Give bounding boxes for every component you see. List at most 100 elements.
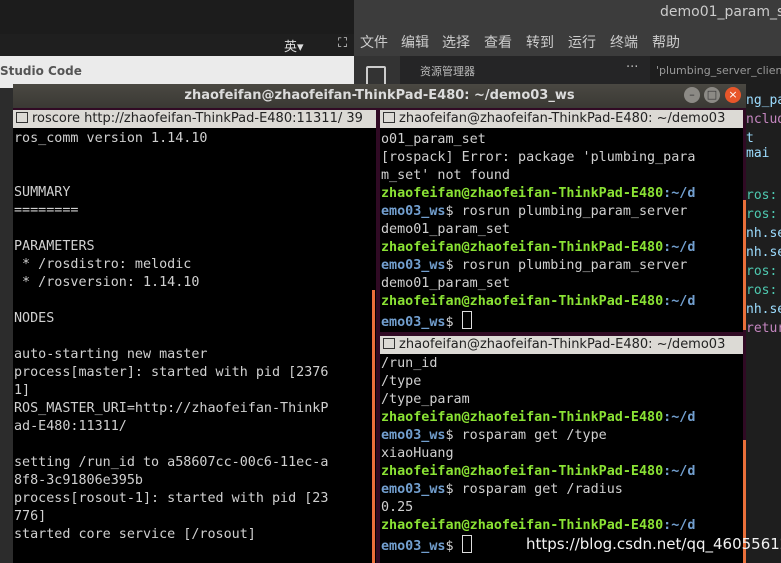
terminal-line: zhaofeifan@zhaofeifan-ThinkPad-E480:~/d — [381, 293, 743, 311]
vscode-menu-item[interactable]: 编辑 — [401, 32, 429, 52]
prompt-path: emo03_ws — [381, 428, 446, 443]
terminal-line: [rospack] Error: package 'plumbing_para — [381, 149, 743, 167]
minimize-button[interactable]: – — [684, 87, 700, 103]
terminal-line: setting /run_id to a58607cc-00c6-11ec-a — [14, 455, 329, 470]
terminal-line: ros_comm version 1.14.10 — [14, 131, 208, 146]
output-text: o01_param_set — [381, 132, 486, 147]
left-pane-tab[interactable]: roscore http://zhaofeifan-ThinkPad-E480:… — [13, 110, 376, 128]
terminal-line: xiaoHuang — [381, 445, 743, 463]
prompt-path: emo03_ws — [381, 539, 446, 554]
scrollbar-indicator[interactable] — [372, 290, 375, 563]
command-text: $ — [445, 539, 462, 554]
terminal-line: zhaofeifan@zhaofeifan-ThinkPad-E480:~/d — [381, 185, 743, 203]
close-button[interactable]: × — [725, 87, 741, 103]
terminal-line: NODES — [14, 311, 55, 326]
terminal-line: * /rosversion: 1.14.10 — [14, 275, 200, 290]
terminal-line: /type — [381, 373, 743, 391]
code-fragment: ros: — [746, 207, 778, 222]
code-fragment: ros: — [746, 283, 778, 298]
maximize-button[interactable]: □ — [704, 87, 720, 103]
prompt-path: :~/d — [663, 464, 696, 479]
command-text: $ rosrun plumbing_param_server — [445, 204, 688, 219]
background-window-edge — [0, 88, 14, 563]
vscode-menu-item[interactable]: 选择 — [442, 32, 470, 52]
terminal-cursor[interactable] — [461, 535, 472, 553]
terminal-line: 776] — [14, 509, 47, 524]
prompt-path: emo03_ws — [381, 315, 446, 330]
terminal-line: 8f8-3c91806e395b — [14, 473, 143, 488]
terminal-line: 1] — [14, 383, 31, 398]
background-window-title: Studio Code — [0, 64, 82, 78]
terminal-line: process[rosout-1]: started with pid [23 — [14, 491, 329, 506]
output-text: /run_id — [381, 356, 438, 371]
output-text: 0.25 — [381, 500, 414, 515]
prompt-path: emo03_ws — [381, 258, 446, 273]
top-right-pane-tab[interactable]: zhaofeifan@zhaofeifan-ThinkPad-E480: ~/d… — [380, 110, 743, 128]
terminal-line: demo01_param_set — [381, 221, 743, 239]
code-fragment: retur — [746, 321, 781, 336]
command-text: $ rosrun plumbing_param_server — [445, 258, 688, 273]
bottom-right-terminal-pane[interactable]: /run_id/type/type_param zhaofeifan@zhaofe… — [380, 354, 743, 563]
terminal-line: /run_id — [381, 355, 743, 373]
terminal-line: auto-starting new master — [14, 347, 208, 362]
terminal-line: zhaofeifan@zhaofeifan-ThinkPad-E480:~/d — [381, 239, 743, 257]
terminal-line: SUMMARY — [14, 185, 71, 200]
terminal-line: emo03_ws$ rosparam get /type — [381, 427, 743, 445]
editor-tab[interactable]: 'plumbing_server_client — [656, 64, 781, 77]
terminal-title: zhaofeifan@zhaofeifan-ThinkPad-E480: ~/d… — [184, 88, 575, 103]
terminal-line: 0.25 — [381, 499, 743, 517]
code-fragment: nh.se — [746, 245, 781, 260]
command-text: $ rosparam get /radius — [445, 482, 623, 497]
input-method-indicator[interactable]: 英▾ — [284, 36, 304, 55]
bottom-right-pane-tab[interactable]: zhaofeifan@zhaofeifan-ThinkPad-E480: ~/d… — [380, 336, 743, 354]
prompt-user-host: zhaofeifan@zhaofeifan-ThinkPad-E480 — [381, 464, 664, 479]
prompt-path: emo03_ws — [381, 482, 446, 497]
code-fragment: nclud — [746, 112, 781, 127]
terminal-tab-icon — [16, 112, 28, 123]
vscode-menu-item[interactable]: 运行 — [568, 32, 596, 52]
terminal-line: ad-E480:11311/ — [14, 419, 127, 434]
code-fragment: nh.se — [746, 226, 781, 241]
output-text: /type_param — [381, 392, 470, 407]
explorer-more-button[interactable]: ··· — [626, 60, 638, 75]
network-icon[interactable]: ⛶ — [338, 36, 347, 51]
vscode-menu-item[interactable]: 查看 — [484, 32, 512, 52]
output-text: m_set' not found — [381, 168, 510, 183]
output-text: [rospack] Error: package 'plumbing_para — [381, 150, 696, 165]
prompt-path: :~/d — [663, 294, 696, 309]
left-terminal-pane[interactable]: ros_comm version 1.14.10 SUMMARY ========… — [13, 128, 376, 563]
terminal-tab-icon — [383, 338, 395, 349]
terminal-line: emo03_ws$ — [381, 311, 743, 332]
vscode-menu-item[interactable]: 终端 — [610, 32, 638, 52]
command-text: $ — [445, 315, 462, 330]
prompt-path: :~/d — [663, 240, 696, 255]
terminal-line: PARAMETERS — [14, 239, 95, 254]
terminal-line: emo03_ws$ rosrun plumbing_param_server — [381, 257, 743, 275]
prompt-user-host: zhaofeifan@zhaofeifan-ThinkPad-E480 — [381, 410, 664, 425]
terminal-line: emo03_ws$ rosparam get /radius — [381, 481, 743, 499]
terminal-cursor[interactable] — [461, 311, 472, 329]
prompt-user-host: zhaofeifan@zhaofeifan-ThinkPad-E480 — [381, 294, 664, 309]
terminal-line: emo03_ws$ rosrun plumbing_param_server — [381, 203, 743, 221]
code-fragment: ros: — [746, 264, 778, 279]
output-text: demo01_param_set — [381, 276, 510, 291]
code-fragment: ng_pa — [746, 93, 781, 108]
vscode-menu-item[interactable]: 转到 — [526, 32, 554, 52]
terminal-line: process[master]: started with pid [2376 — [14, 365, 329, 380]
prompt-path: :~/d — [663, 518, 696, 533]
terminal-line: m_set' not found — [381, 167, 743, 185]
prompt-path: emo03_ws — [381, 204, 446, 219]
prompt-user-host: zhaofeifan@zhaofeifan-ThinkPad-E480 — [381, 240, 664, 255]
vscode-menu-item[interactable]: 文件 — [360, 32, 388, 52]
top-right-terminal-pane[interactable]: o01_param_set [rospack] Error: package 'p… — [380, 128, 743, 332]
prompt-user-host: zhaofeifan@zhaofeifan-ThinkPad-E480 — [381, 518, 664, 533]
terminal-line: ======== — [14, 203, 79, 218]
code-fragment: ros: — [746, 188, 778, 203]
vscode-menu-item[interactable]: 帮助 — [652, 32, 680, 52]
command-text: $ rosparam get /type — [445, 428, 607, 443]
explorer-label: 资源管理器 — [420, 65, 475, 78]
output-text: xiaoHuang — [381, 446, 454, 461]
terminal-line: ROS_MASTER_URI=http://zhaofeifan-ThinkP — [14, 401, 329, 416]
